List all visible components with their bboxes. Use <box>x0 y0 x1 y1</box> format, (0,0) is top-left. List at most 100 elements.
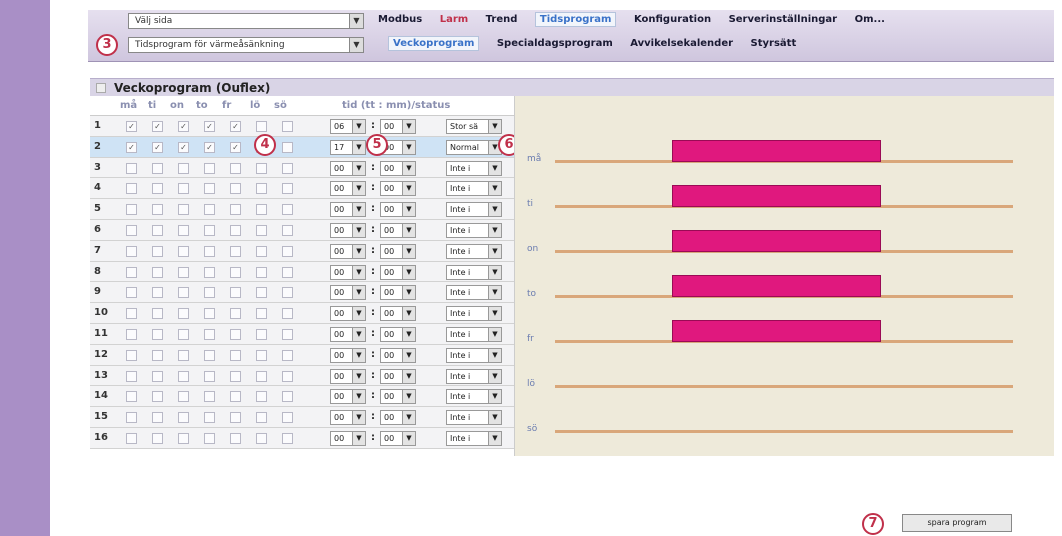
hour-select[interactable]: 17 ▼ <box>330 139 366 155</box>
hour-select[interactable]: 00 ▼ <box>330 243 366 259</box>
day-checkbox[interactable] <box>204 204 215 216</box>
chevron-down-icon[interactable]: ▼ <box>349 38 363 52</box>
day-checkbox[interactable] <box>282 183 293 195</box>
day-checkbox[interactable] <box>204 308 215 320</box>
chevron-down-icon[interactable]: ▼ <box>402 390 415 404</box>
day-checkbox[interactable] <box>152 370 163 382</box>
chevron-down-icon[interactable]: ▼ <box>402 369 415 383</box>
day-checkbox[interactable] <box>256 266 267 278</box>
chevron-down-icon[interactable]: ▼ <box>352 327 365 341</box>
menu-tidsprogram[interactable]: Tidsprogram <box>534 12 617 27</box>
day-checkbox[interactable]: ✓ <box>152 121 163 132</box>
chevron-down-icon[interactable]: ▼ <box>352 431 365 445</box>
status-select[interactable]: Inte i ▼ <box>446 389 502 405</box>
day-checkbox[interactable] <box>230 266 241 278</box>
day-checkbox[interactable] <box>230 287 241 299</box>
chevron-down-icon[interactable]: ▼ <box>352 244 365 258</box>
day-checkbox[interactable] <box>204 412 215 424</box>
day-checkbox[interactable] <box>230 224 241 236</box>
day-checkbox[interactable] <box>230 308 241 320</box>
day-checkbox[interactable] <box>152 183 163 195</box>
chevron-down-icon[interactable]: ▼ <box>402 140 415 154</box>
day-checkbox[interactable] <box>256 432 267 444</box>
tab-veckoprogram[interactable]: Veckoprogram <box>388 36 480 51</box>
day-checkbox[interactable] <box>178 224 189 236</box>
day-checkbox[interactable] <box>230 391 241 403</box>
day-checkbox[interactable] <box>230 412 241 424</box>
day-checkbox[interactable]: ✓ <box>178 141 189 153</box>
status-select[interactable]: Inte i ▼ <box>446 160 502 176</box>
day-checkbox[interactable] <box>282 370 293 382</box>
day-checkbox[interactable] <box>256 245 267 257</box>
hour-select[interactable]: 00 ▼ <box>330 285 366 301</box>
chevron-down-icon[interactable]: ▼ <box>402 286 415 300</box>
chevron-down-icon[interactable]: ▼ <box>488 348 501 362</box>
day-checkbox[interactable] <box>256 287 267 299</box>
day-checkbox[interactable] <box>282 121 293 132</box>
day-checkbox[interactable] <box>126 412 137 424</box>
minute-select[interactable]: 00 ▼ <box>380 326 416 342</box>
day-checkbox[interactable] <box>204 432 215 444</box>
day-checkbox[interactable] <box>256 412 267 424</box>
chevron-down-icon[interactable]: ▼ <box>488 182 501 196</box>
chevron-down-icon[interactable]: ▼ <box>352 286 365 300</box>
day-checkbox[interactable] <box>152 412 163 424</box>
day-checkbox[interactable] <box>282 245 293 257</box>
day-checkbox[interactable] <box>126 432 137 444</box>
chevron-down-icon[interactable]: ▼ <box>352 182 365 196</box>
day-checkbox[interactable] <box>282 204 293 216</box>
chevron-down-icon[interactable]: ▼ <box>488 244 501 258</box>
tab-styrsatt[interactable]: Styrsätt <box>751 38 797 49</box>
day-checkbox[interactable] <box>256 370 267 382</box>
day-checkbox[interactable] <box>126 183 137 195</box>
chevron-down-icon[interactable]: ▼ <box>402 223 415 237</box>
hour-select[interactable]: 00 ▼ <box>330 181 366 197</box>
day-checkbox[interactable] <box>152 349 163 361</box>
day-checkbox[interactable] <box>256 391 267 403</box>
minute-select[interactable]: 00 ▼ <box>380 368 416 384</box>
day-checkbox[interactable] <box>204 328 215 340</box>
day-checkbox[interactable] <box>178 349 189 361</box>
minute-select[interactable]: 00 ▼ <box>380 160 416 176</box>
day-checkbox[interactable] <box>126 224 137 236</box>
hour-select[interactable]: 00 ▼ <box>330 347 366 363</box>
day-checkbox[interactable] <box>230 432 241 444</box>
day-checkbox[interactable] <box>282 349 293 361</box>
day-checkbox[interactable] <box>178 308 189 320</box>
day-checkbox[interactable]: ✓ <box>178 121 189 132</box>
day-checkbox[interactable] <box>178 183 189 195</box>
day-checkbox[interactable]: ✓ <box>126 141 137 153</box>
chevron-down-icon[interactable]: ▼ <box>488 369 501 383</box>
status-select[interactable]: Inte i ▼ <box>446 181 502 197</box>
day-checkbox[interactable] <box>178 370 189 382</box>
menu-konfiguration[interactable]: Konfiguration <box>634 14 711 25</box>
minute-select[interactable]: 00 ▼ <box>380 202 416 218</box>
menu-modbus[interactable]: Modbus <box>378 14 422 25</box>
day-checkbox[interactable] <box>282 328 293 340</box>
day-checkbox[interactable] <box>230 245 241 257</box>
status-select[interactable]: Inte i ▼ <box>446 285 502 301</box>
day-checkbox[interactable] <box>204 370 215 382</box>
day-checkbox[interactable] <box>126 266 137 278</box>
day-checkbox[interactable] <box>152 162 163 174</box>
menu-trend[interactable]: Trend <box>486 14 518 25</box>
day-checkbox[interactable] <box>204 162 215 174</box>
tab-specialdagsprogram[interactable]: Specialdagsprogram <box>497 38 613 49</box>
day-checkbox[interactable] <box>282 432 293 444</box>
day-checkbox[interactable] <box>178 162 189 174</box>
minute-select[interactable]: 00 ▼ <box>380 243 416 259</box>
minute-select[interactable]: 00 ▼ <box>380 306 416 322</box>
day-checkbox[interactable] <box>178 287 189 299</box>
chevron-down-icon[interactable]: ▼ <box>402 265 415 279</box>
day-checkbox[interactable] <box>126 204 137 216</box>
minute-select[interactable]: 00 ▼ <box>380 347 416 363</box>
menu-serverinstallningar[interactable]: Serverinställningar <box>729 14 838 25</box>
tab-avvikelsekalender[interactable]: Avvikelsekalender <box>630 38 733 49</box>
chevron-down-icon[interactable]: ▼ <box>488 307 501 321</box>
program-select[interactable]: Tidsprogram för värmeåsänkning ▼ <box>128 37 364 53</box>
day-checkbox[interactable] <box>178 266 189 278</box>
day-checkbox[interactable] <box>152 245 163 257</box>
minute-select[interactable]: 00 ▼ <box>380 181 416 197</box>
chevron-down-icon[interactable]: ▼ <box>488 223 501 237</box>
chevron-down-icon[interactable]: ▼ <box>402 431 415 445</box>
